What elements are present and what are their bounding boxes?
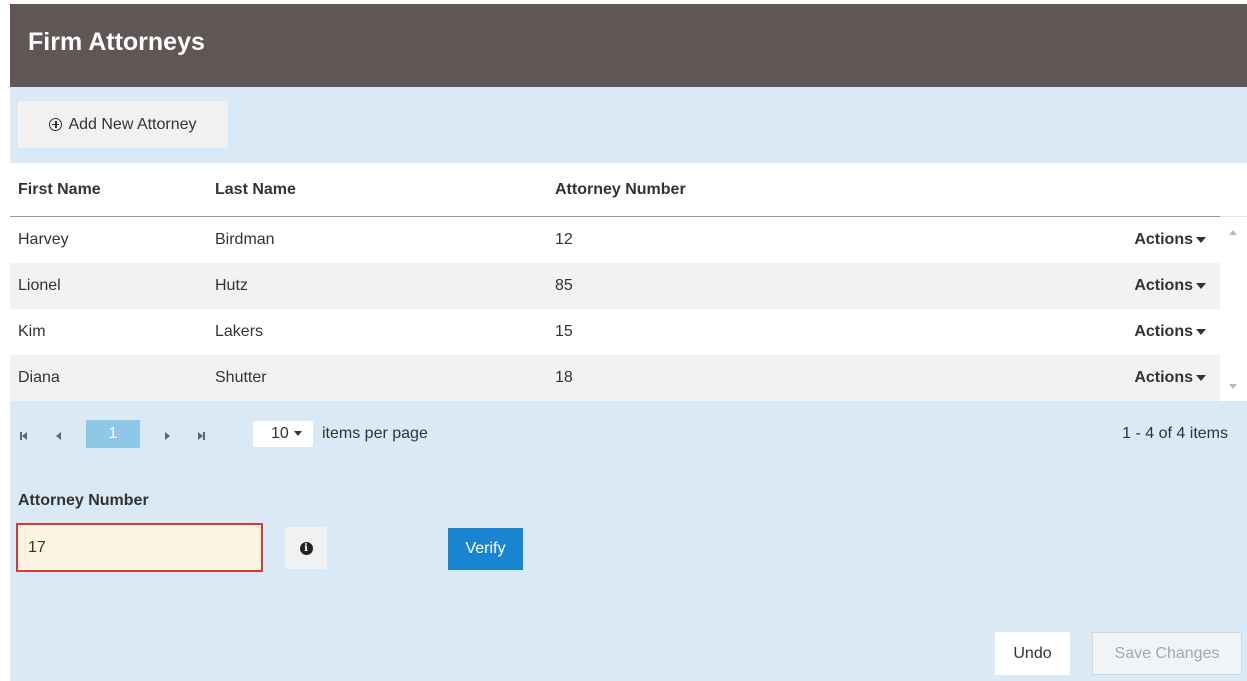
- save-changes-button[interactable]: Save Changes: [1092, 632, 1242, 675]
- info-icon: i: [299, 541, 313, 555]
- page-size-value: 10: [271, 425, 289, 442]
- page-size-dropdown[interactable]: 10: [253, 421, 313, 447]
- firm-attorneys-panel: Firm Attorneys Add New Attorney First Na…: [10, 4, 1247, 681]
- cell-attorney-number: 18: [555, 369, 573, 386]
- actions-label: Actions: [1134, 231, 1193, 248]
- next-page-icon[interactable]: [165, 432, 173, 440]
- add-new-attorney-label: Add New Attorney: [68, 115, 197, 133]
- grid-body: Harvey Birdman 12 Actions Lionel Hutz 85…: [10, 217, 1247, 401]
- column-header-attorney-number[interactable]: Attorney Number: [555, 163, 686, 216]
- grid-header-scroll-spacer: [1220, 163, 1247, 216]
- grid-header: First Name Last Name Attorney Number: [10, 163, 1220, 217]
- cell-attorney-number: 15: [555, 323, 573, 340]
- attorney-number-input[interactable]: [16, 523, 263, 572]
- scroll-up-arrow-icon[interactable]: [1229, 230, 1237, 235]
- previous-page-icon[interactable]: [56, 432, 64, 440]
- add-new-attorney-button[interactable]: Add New Attorney: [18, 101, 228, 148]
- actions-dropdown[interactable]: Actions: [1134, 217, 1206, 263]
- cell-last-name: Shutter: [215, 369, 267, 386]
- cell-first-name: Harvey: [18, 231, 69, 248]
- toolbar: Add New Attorney: [10, 87, 1247, 163]
- caret-down-icon: [1196, 236, 1206, 243]
- pager-info: 1 - 4 of 4 items: [1122, 425, 1228, 442]
- caret-down-icon: [1196, 328, 1206, 335]
- cell-last-name: Hutz: [215, 277, 248, 294]
- grid-scrollbar[interactable]: [1220, 217, 1247, 401]
- table-row[interactable]: Diana Shutter 18 Actions: [10, 355, 1220, 401]
- cell-attorney-number: 85: [555, 277, 573, 294]
- scroll-down-arrow-icon[interactable]: [1229, 384, 1237, 389]
- cell-first-name: Diana: [18, 369, 60, 386]
- cell-last-name: Birdman: [215, 231, 275, 248]
- panel-header: Firm Attorneys: [10, 4, 1247, 87]
- table-row[interactable]: Lionel Hutz 85 Actions: [10, 263, 1220, 309]
- table-row[interactable]: Kim Lakers 15 Actions: [10, 309, 1220, 355]
- cell-first-name: Lionel: [18, 277, 61, 294]
- caret-down-icon: [1196, 282, 1206, 289]
- cell-attorney-number: 12: [555, 231, 573, 248]
- table-row[interactable]: Harvey Birdman 12 Actions: [10, 217, 1220, 263]
- actions-label: Actions: [1134, 323, 1193, 340]
- page-size-label: items per page: [322, 425, 428, 442]
- actions-dropdown[interactable]: Actions: [1134, 309, 1206, 355]
- cell-first-name: Kim: [18, 323, 46, 340]
- caret-down-icon: [1196, 374, 1206, 381]
- actions-label: Actions: [1134, 369, 1193, 386]
- column-header-first-name[interactable]: First Name: [18, 163, 101, 216]
- verify-button[interactable]: Verify: [448, 528, 523, 570]
- column-header-last-name[interactable]: Last Name: [215, 163, 296, 216]
- attorney-number-label: Attorney Number: [18, 492, 149, 509]
- actions-dropdown[interactable]: Actions: [1134, 355, 1206, 401]
- cell-last-name: Lakers: [215, 323, 264, 340]
- undo-button[interactable]: Undo: [995, 632, 1070, 675]
- info-button[interactable]: i: [285, 527, 327, 569]
- pager: 1 10 items per page 1 - 4 of 4 items: [10, 401, 1247, 471]
- current-page-button[interactable]: 1: [86, 420, 140, 448]
- plus-circle-icon: [49, 118, 63, 131]
- last-page-icon[interactable]: [198, 432, 206, 440]
- actions-dropdown[interactable]: Actions: [1134, 263, 1206, 309]
- first-page-icon[interactable]: [20, 432, 28, 440]
- page-title: Firm Attorneys: [28, 28, 205, 56]
- caret-down-icon: [293, 431, 302, 437]
- actions-label: Actions: [1134, 277, 1193, 294]
